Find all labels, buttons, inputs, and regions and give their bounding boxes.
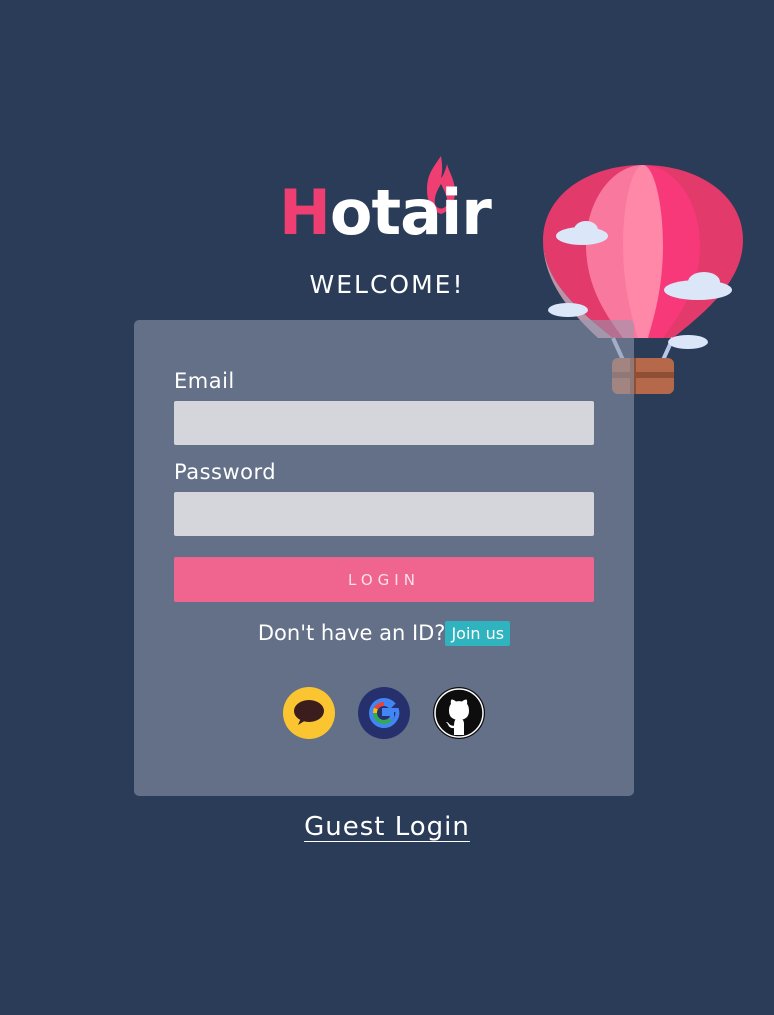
- logo-wordmark: otair: [329, 176, 492, 249]
- login-button[interactable]: LOGIN: [174, 557, 594, 602]
- signup-prompt: Don't have an ID?: [257, 621, 446, 645]
- github-login-button[interactable]: [433, 687, 485, 739]
- google-login-button[interactable]: [358, 687, 410, 739]
- logo-letter-h: H: [279, 176, 331, 249]
- guest-login-row: Guest Login: [0, 812, 774, 842]
- signup-prompt-row: Don't have an ID? Join us: [134, 620, 634, 646]
- github-icon: [434, 688, 484, 738]
- password-field[interactable]: [174, 492, 594, 536]
- logo: Hotair: [279, 156, 492, 250]
- email-label: Email: [174, 369, 235, 393]
- password-label: Password: [174, 460, 277, 484]
- login-card: Email Password LOGIN Don't have an ID? Jo…: [134, 320, 634, 796]
- kakao-talk-icon: [294, 700, 324, 725]
- join-us-button[interactable]: Join us: [445, 620, 511, 646]
- kakao-login-button[interactable]: [283, 687, 335, 739]
- email-field[interactable]: [174, 401, 594, 445]
- google-icon: [368, 697, 400, 729]
- guest-login-link[interactable]: Guest Login: [304, 812, 470, 842]
